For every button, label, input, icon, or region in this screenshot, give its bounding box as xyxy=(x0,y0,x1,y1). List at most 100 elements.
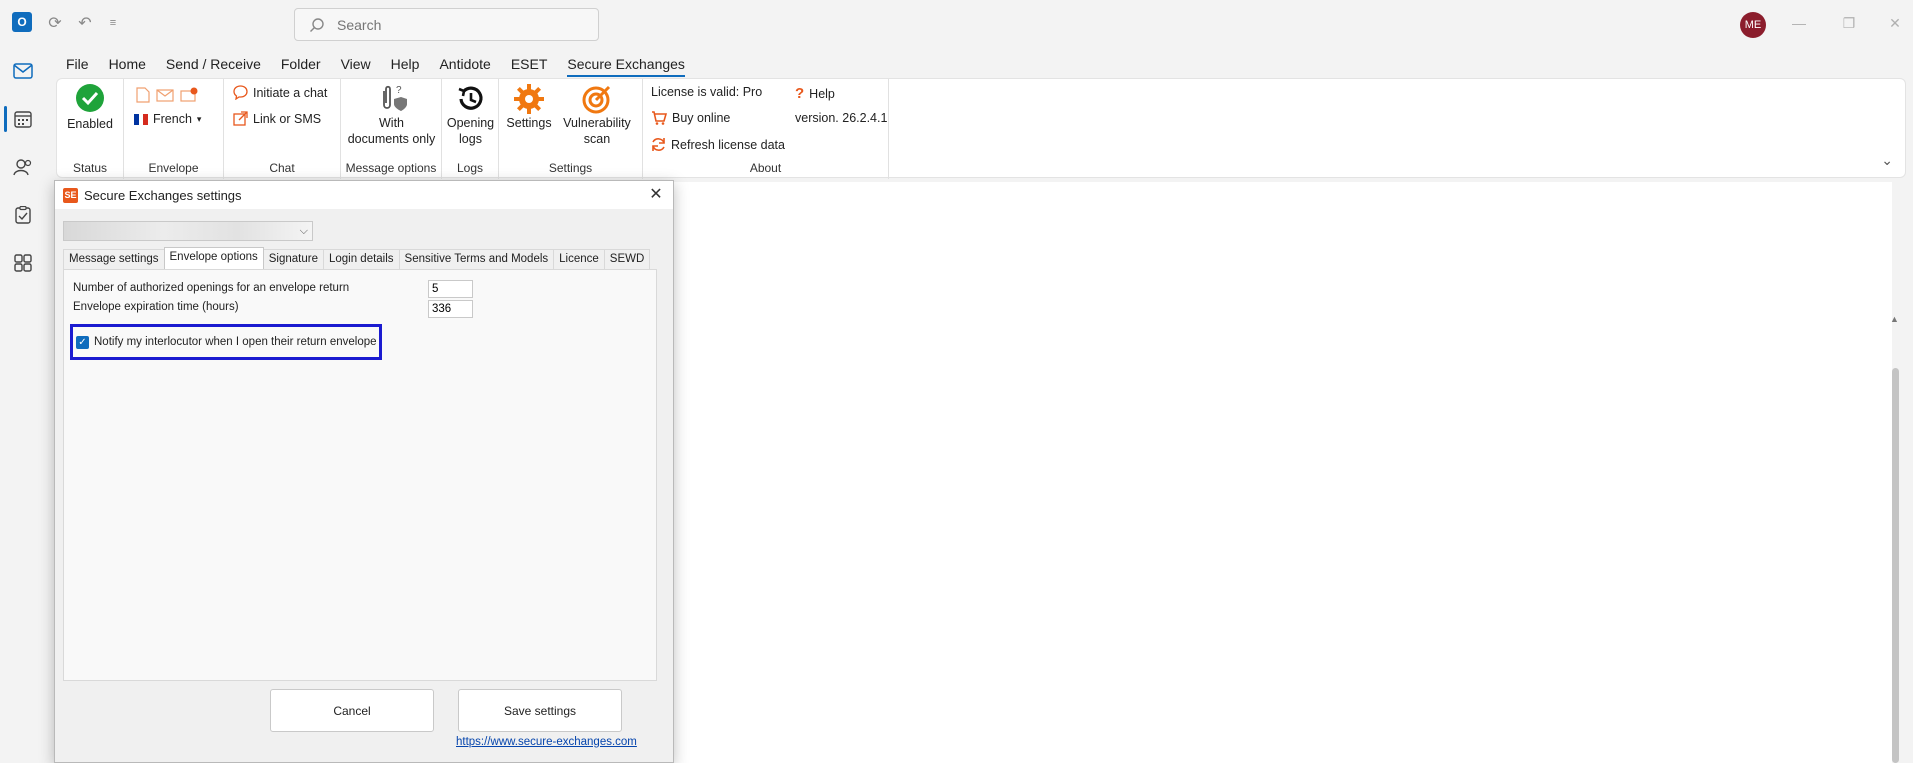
document-icon[interactable] xyxy=(136,87,150,103)
close-icon[interactable]: ✕ xyxy=(647,185,665,203)
group-about: License is valid: Pro Buy online Refresh… xyxy=(643,79,889,179)
tab-licence[interactable]: Licence xyxy=(553,249,605,269)
refresh-license-button[interactable]: Refresh license data xyxy=(651,137,785,152)
refresh-icon xyxy=(652,138,665,151)
active-indicator xyxy=(4,106,7,132)
vulnerability-scan-button[interactable]: Vulnerability scan xyxy=(557,83,637,147)
envelope-options-panel: Number of authorized openings for an env… xyxy=(63,269,657,681)
expiration-input[interactable] xyxy=(428,300,473,318)
reading-pane xyxy=(672,182,1892,763)
tab-antidote[interactable]: Antidote xyxy=(429,50,500,78)
vulnerability-label-1: Vulnerability xyxy=(563,116,631,130)
customize-toolbar-icon[interactable]: ≡ xyxy=(102,12,124,34)
group-settings: Settings Vulnerability scan Settings xyxy=(499,79,643,179)
restore-icon[interactable]: ❐ xyxy=(1834,10,1864,36)
people-icon[interactable] xyxy=(10,154,36,180)
save-settings-button[interactable]: Save settings xyxy=(458,689,622,732)
group-chat-label: Chat xyxy=(269,161,295,175)
tab-home[interactable]: Home xyxy=(99,50,156,78)
help-button[interactable]: ? Help xyxy=(795,85,835,102)
ribbon: Enabled Status French ▾ Envelope Initiat… xyxy=(56,78,1906,179)
apps-icon[interactable] xyxy=(10,250,36,276)
link-sms-label: Link or SMS xyxy=(253,111,322,126)
target-icon xyxy=(582,85,611,114)
undo-icon[interactable]: ↶ xyxy=(74,12,96,34)
buy-online-label: Buy online xyxy=(672,111,731,125)
with-documents-label-1: With xyxy=(379,116,404,130)
tab-signature[interactable]: Signature xyxy=(262,249,324,269)
initiate-chat-button[interactable]: Initiate a chat xyxy=(233,85,327,100)
enabled-button[interactable]: Enabled xyxy=(67,83,113,132)
close-window-icon[interactable]: ✕ xyxy=(1880,10,1910,36)
tab-send-receive[interactable]: Send / Receive xyxy=(156,50,271,78)
account-select[interactable]: ⌵ xyxy=(63,221,313,241)
notify-highlight-box: ✓ Notify my interlocutor when I open the… xyxy=(70,324,382,360)
tab-view[interactable]: View xyxy=(331,50,381,78)
settings-button[interactable]: Settings xyxy=(505,83,553,131)
group-message-options: ? With documents only Message options xyxy=(341,79,442,179)
avatar[interactable]: ME xyxy=(1740,12,1766,38)
chevron-down-icon: ▾ xyxy=(196,113,202,124)
cancel-button[interactable]: Cancel xyxy=(270,689,434,732)
mail-icon[interactable] xyxy=(10,58,36,84)
title-bar: O ⟳ ↶ ≡ ME — ❐ ✕ xyxy=(0,0,1913,48)
opening-logs-button[interactable]: Opening logs xyxy=(446,83,495,147)
minimize-icon[interactable]: — xyxy=(1784,10,1814,36)
with-documents-only-button[interactable]: ? With documents only xyxy=(345,83,438,147)
language-label: French xyxy=(153,112,192,126)
group-about-label: About xyxy=(749,161,782,175)
envelope-icons-row xyxy=(136,87,198,103)
paperclip-shield-icon: ? xyxy=(382,85,407,111)
tab-secure-exchanges[interactable]: Secure Exchanges xyxy=(557,50,695,78)
nav-rail xyxy=(0,48,46,763)
tab-folder[interactable]: Folder xyxy=(271,50,331,78)
buy-online-button[interactable]: Buy online xyxy=(651,111,730,125)
scrollbar[interactable]: ▲ xyxy=(1888,310,1902,763)
tab-sewd[interactable]: SEWD xyxy=(603,249,651,269)
tab-envelope-options[interactable]: Envelope options xyxy=(163,247,264,269)
scrollbar-thumb[interactable] xyxy=(1892,368,1899,763)
notify-label[interactable]: Notify my interlocutor when I open their… xyxy=(94,336,377,348)
search-input[interactable] xyxy=(337,16,577,33)
tab-message-settings[interactable]: Message settings xyxy=(63,249,165,269)
gear-icon xyxy=(514,84,544,114)
menu-bar: File Home Send / Receive Folder View Hel… xyxy=(56,50,695,78)
dialog-title-bar: SE Secure Exchanges settings ✕ xyxy=(55,181,673,209)
tab-sensitive-terms[interactable]: Sensitive Terms and Models xyxy=(398,249,555,269)
sync-icon[interactable]: ⟳ xyxy=(44,12,66,34)
initiate-chat-label: Initiate a chat xyxy=(253,85,328,100)
openings-input[interactable] xyxy=(428,280,473,298)
group-envelope-label: Envelope xyxy=(148,161,199,175)
history-clock-icon xyxy=(458,86,483,110)
scroll-up-icon[interactable]: ▲ xyxy=(1890,314,1899,324)
chat-bubble-icon xyxy=(233,85,248,100)
search-box[interactable] xyxy=(294,8,599,41)
envelope-settings-icon[interactable] xyxy=(180,87,198,103)
envelope-icon[interactable] xyxy=(156,88,174,102)
question-icon: ? xyxy=(795,85,805,102)
calendar-icon[interactable] xyxy=(10,106,36,132)
group-status-label: Status xyxy=(72,161,108,175)
secure-exchanges-logo-icon: SE xyxy=(63,187,78,203)
tab-login-details[interactable]: Login details xyxy=(322,249,400,269)
notify-checkbox[interactable]: ✓ xyxy=(76,335,89,349)
group-status: Enabled Status xyxy=(57,79,124,179)
chevron-down-icon: ⌵ xyxy=(299,224,308,237)
ribbon-collapse-icon[interactable]: ⌄ xyxy=(1881,152,1893,169)
website-link[interactable]: https://www.secure-exchanges.com xyxy=(456,736,637,748)
tab-file[interactable]: File xyxy=(56,50,99,78)
outlook-window: O ⟳ ↶ ≡ ME — ❐ ✕ File Home xyxy=(0,0,1913,763)
tab-help[interactable]: Help xyxy=(381,50,430,78)
link-sms-button[interactable]: Link or SMS xyxy=(233,111,321,126)
external-link-icon xyxy=(233,111,248,126)
group-envelope: French ▾ Envelope xyxy=(124,79,224,179)
license-status: License is valid: Pro xyxy=(651,85,763,99)
language-dropdown[interactable]: French ▾ xyxy=(134,112,201,126)
expiration-label: Envelope expiration time (hours) xyxy=(73,301,239,313)
group-settings-label: Settings xyxy=(548,161,593,175)
search-icon xyxy=(310,17,324,32)
enabled-label: Enabled xyxy=(67,117,113,131)
tab-eset[interactable]: ESET xyxy=(501,50,558,78)
tasks-icon[interactable] xyxy=(10,202,36,228)
group-logs: Opening logs Logs xyxy=(442,79,499,179)
